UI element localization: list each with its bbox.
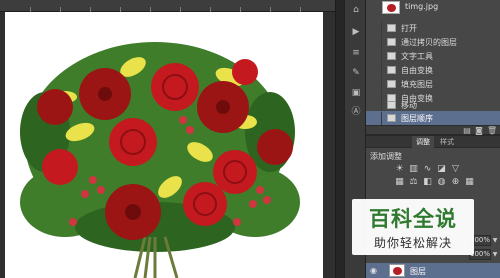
watermark-title: 百科全说 (369, 207, 457, 231)
watermark-logo: 百科全说 助你轻松解决 (352, 199, 474, 255)
levels-icon[interactable]: ▥ (408, 164, 419, 174)
color-balance-icon[interactable]: ⚖ (408, 177, 419, 187)
snapshot-filename: timg.jpg (405, 2, 439, 11)
history-state-icon (387, 80, 396, 88)
history-item[interactable]: 填充图层 (366, 77, 500, 91)
history-state-icon (387, 24, 396, 32)
opacity-dropdown-icon[interactable]: ▼ (491, 235, 499, 246)
history-state-icon (387, 101, 396, 109)
photo-filter-icon[interactable]: ◍ (436, 177, 447, 187)
channel-mixer-icon[interactable]: ⊕ (450, 177, 461, 187)
adjustments-panel: 添加调整 ☀ ▥ ∿ ◪ ▽ ▦ ⚖ ◧ ◍ ⊕ ▦ (366, 148, 500, 190)
curves-icon[interactable]: ∿ (422, 164, 433, 174)
history-state-icon (387, 114, 396, 122)
history-panel: 打开 通过拷贝的图层 文字工具 自由变换 填充图层 自由变换 移动 图层顺序 (366, 0, 500, 133)
brush-panel-icon[interactable]: ✎ (349, 67, 363, 79)
layer-row-selected[interactable] (366, 263, 500, 278)
info-panel-icon[interactable]: Ⓐ (349, 104, 363, 117)
history-item[interactable]: 文字工具 (366, 49, 500, 63)
history-panel-icon[interactable]: ⌂ (349, 4, 363, 16)
document-workspace (0, 0, 335, 278)
layer-thumbnail (389, 264, 405, 277)
visibility-eye-icon[interactable]: ◉ (370, 266, 382, 276)
flower-bouquet-image (20, 42, 300, 278)
history-state-icon (387, 38, 396, 46)
adjustments-tabs: 调整 样式 (366, 136, 500, 148)
vibrance-icon[interactable]: ▽ (450, 164, 461, 174)
history-item-selected[interactable]: 图层顺序 (366, 111, 500, 125)
tab-adjustments[interactable]: 调整 (412, 136, 434, 148)
watermark-subtitle: 助你轻松解决 (373, 236, 452, 250)
history-item[interactable]: 通过拷贝的图层 (366, 35, 500, 49)
history-item[interactable]: 移动 (366, 98, 500, 112)
layer-name: 图层 (410, 267, 426, 276)
exposure-icon[interactable]: ◪ (436, 164, 447, 174)
history-item[interactable]: 自由变换 (366, 63, 500, 77)
brightness-icon[interactable]: ☀ (394, 164, 405, 174)
hue-saturation-icon[interactable]: ▦ (394, 177, 405, 187)
color-lookup-icon[interactable]: ▦ (464, 177, 475, 187)
tab-styles[interactable]: 样式 (436, 136, 458, 148)
adjustments-title: 添加调整 (370, 152, 402, 161)
image-canvas[interactable] (5, 12, 323, 278)
black-white-icon[interactable]: ◧ (422, 177, 433, 187)
actions-panel-icon[interactable]: ▶ (349, 26, 363, 38)
fill-dropdown-icon[interactable]: ▼ (491, 249, 499, 260)
history-item[interactable]: 打开 (366, 21, 500, 35)
history-state-icon (387, 52, 396, 60)
trash-icon[interactable]: 🗑 (487, 126, 497, 135)
top-ruler (0, 0, 335, 12)
panel-collapse-strip (335, 0, 344, 278)
new-document-icon[interactable]: ▤ (462, 126, 472, 135)
snapshot-thumbnail[interactable] (382, 1, 400, 14)
new-snapshot-icon[interactable]: ◙ (474, 126, 484, 135)
history-footer: ▤ ◙ 🗑 (366, 125, 500, 135)
clone-source-icon[interactable]: ▣ (349, 87, 363, 99)
adjustments-panel-icon[interactable]: ≡ (349, 47, 363, 59)
history-state-icon (387, 66, 396, 74)
